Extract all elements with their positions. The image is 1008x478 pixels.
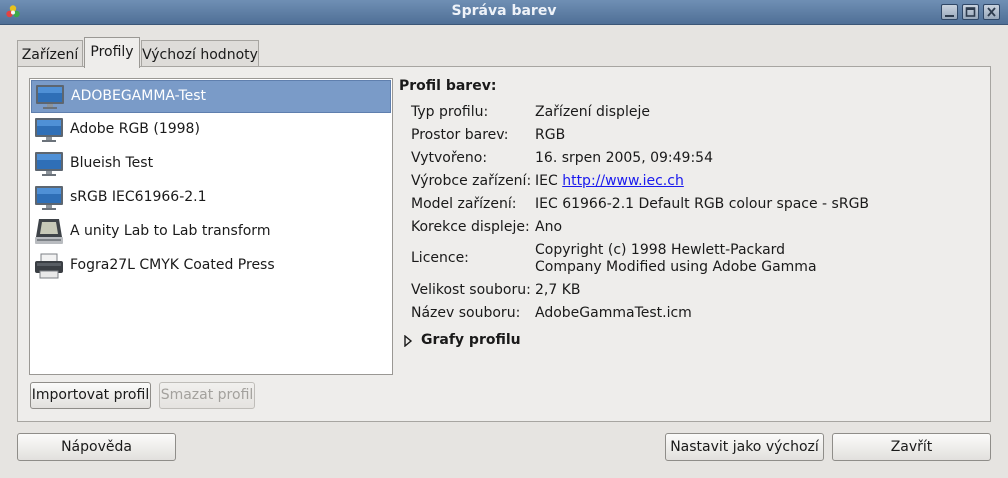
list-item[interactable]: Adobe RGB (1998)	[31, 114, 391, 147]
list-item[interactable]: Fogra27L CMYK Coated Press	[31, 250, 391, 283]
expander-label: Grafy profilu	[421, 332, 521, 348]
detail-value: 2,7 KB	[535, 282, 581, 298]
close-window-button[interactable]	[983, 4, 1000, 20]
detail-value: RGB	[535, 127, 566, 143]
detail-key: Typ profilu:	[411, 104, 489, 120]
detail-value: IEC http://www.iec.ch	[535, 173, 684, 189]
list-item-label: Blueish Test	[70, 155, 154, 171]
detail-key: Korekce displeje:	[411, 219, 530, 235]
detail-value-line-2: Company Modified using Adobe Gamma	[535, 259, 817, 275]
maximize-button[interactable]	[962, 4, 979, 20]
detail-value-line-1: Copyright (c) 1998 Hewlett-Packard	[535, 242, 786, 258]
list-item-label: ADOBEGAMMA-Test	[71, 88, 207, 104]
minimize-icon	[945, 15, 954, 17]
detail-key: Velikost souboru:	[411, 282, 531, 298]
set-default-button[interactable]: Nastavit jako výchozí	[665, 433, 824, 461]
scanner-icon	[33, 217, 65, 247]
detail-key: Název souboru:	[411, 305, 521, 321]
detail-value: 16. srpen 2005, 09:49:54	[535, 150, 713, 166]
monitor-icon	[33, 115, 65, 145]
close-button[interactable]: Zavřít	[832, 433, 991, 461]
monitor-icon	[33, 149, 65, 179]
title-bar: Správa barev	[0, 0, 1008, 25]
window-title: Správa barev	[451, 3, 557, 19]
import-profile-button[interactable]: Importovat profil	[30, 382, 151, 409]
detail-key: Licence:	[411, 250, 469, 266]
detail-value: AdobeGammaTest.icm	[535, 305, 692, 321]
list-item[interactable]: Blueish Test	[31, 148, 391, 181]
delete-profile-button[interactable]: Smazat profil	[159, 382, 255, 409]
printer-icon	[33, 251, 65, 281]
manufacturer-link[interactable]: http://www.iec.ch	[562, 173, 684, 189]
detail-value: IEC 61966-2.1 Default RGB colour space -…	[535, 196, 870, 212]
close-icon	[987, 7, 996, 17]
monitor-icon	[33, 183, 65, 213]
help-button[interactable]: Nápověda	[17, 433, 176, 461]
list-item[interactable]: A unity Lab to Lab transform	[31, 216, 391, 249]
list-item-label: Fogra27L CMYK Coated Press	[70, 257, 275, 273]
list-item[interactable]: ADOBEGAMMA-Test	[31, 80, 391, 113]
tab-profiles[interactable]: Profily	[84, 37, 140, 68]
triangle-right-icon	[404, 335, 413, 347]
tab-defaults[interactable]: Výchozí hodnoty	[141, 40, 259, 68]
detail-key: Prostor barev:	[411, 127, 509, 143]
manufacturer-name: IEC	[535, 173, 563, 189]
list-item-label: sRGB IEC61966-2.1	[70, 189, 207, 205]
profile-list[interactable]: ADOBEGAMMA-Test Adobe RGB (1998) Blueish…	[29, 78, 393, 375]
monitor-icon	[34, 82, 66, 112]
details-title: Profil barev:	[399, 78, 497, 94]
maximize-icon	[965, 7, 976, 17]
list-item[interactable]: sRGB IEC61966-2.1	[31, 182, 391, 215]
detail-value: Zařízení displeje	[535, 104, 650, 120]
detail-key: Výrobce zařízení:	[411, 173, 532, 189]
tab-devices[interactable]: Zařízení	[17, 40, 83, 68]
detail-key: Model zařízení:	[411, 196, 517, 212]
detail-key: Vytvořeno:	[411, 150, 488, 166]
detail-value: Ano	[535, 219, 563, 235]
minimize-button[interactable]	[941, 4, 958, 20]
list-item-label: A unity Lab to Lab transform	[70, 223, 271, 239]
list-item-label: Adobe RGB (1998)	[70, 121, 200, 137]
